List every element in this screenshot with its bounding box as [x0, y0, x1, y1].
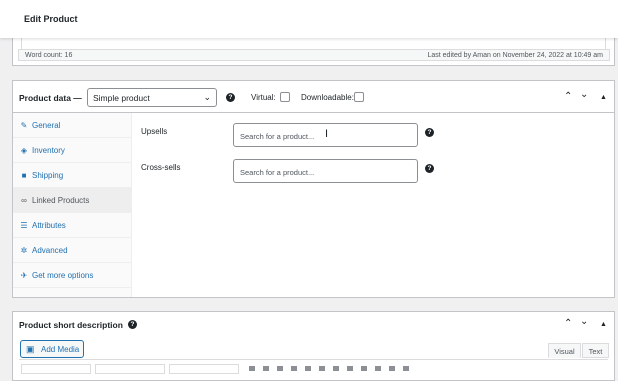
- page-title: Edit Product: [24, 14, 78, 24]
- virtual-label: Virtual:: [251, 93, 276, 102]
- move-down-icon[interactable]: ⌄: [580, 316, 588, 327]
- upsells-placeholder: Search for a product...: [240, 132, 315, 141]
- product-data-header: Product data — Simple product ⌄ ? Virtua…: [13, 81, 614, 113]
- downloadable-checkbox[interactable]: [354, 92, 364, 102]
- product-data-panel: Product data — Simple product ⌄ ? Virtua…: [12, 80, 615, 298]
- virtual-checkbox[interactable]: [280, 92, 290, 102]
- size-select[interactable]: [169, 364, 239, 374]
- tab-shipping[interactable]: ■ Shipping: [13, 163, 132, 188]
- tab-linked-products[interactable]: ∞ Linked Products: [13, 188, 132, 213]
- tag-icon: ◈: [20, 146, 28, 155]
- top-bar: Edit Product: [0, 0, 618, 38]
- text-cursor-icon: I: [325, 128, 329, 140]
- tab-general-label: General: [32, 121, 61, 130]
- editor-status-bar: Word count: 16 Last edited by Aman on No…: [18, 49, 610, 61]
- toggle-panel-icon[interactable]: ▲: [600, 321, 607, 328]
- tab-get-more-options-label: Get more options: [32, 271, 94, 280]
- tab-text[interactable]: Text: [582, 343, 609, 358]
- move-down-icon[interactable]: ⌄: [580, 89, 588, 100]
- tab-attributes[interactable]: ☰ Attributes: [13, 213, 132, 238]
- list-icon: ☰: [20, 221, 28, 230]
- crosssells-help-icon[interactable]: ?: [425, 164, 434, 173]
- tab-inventory-label: Inventory: [32, 146, 65, 155]
- media-icon: ▣: [26, 344, 35, 354]
- short-description-title: Product short description: [19, 320, 123, 330]
- crosssells-placeholder: Search for a product...: [240, 168, 315, 177]
- wrench-icon: ✎: [20, 121, 28, 130]
- add-media-button[interactable]: ▣ Add Media: [20, 340, 84, 358]
- editor-toolbar: [19, 359, 608, 374]
- plugin-icon: ✈: [20, 271, 28, 280]
- link-icon: ∞: [21, 196, 27, 205]
- product-data-tabs: ✎ General ◈ Inventory ■ Shipping ∞ Linke…: [13, 113, 132, 297]
- tab-general[interactable]: ✎ General: [13, 113, 132, 138]
- format-select[interactable]: [21, 364, 91, 374]
- font-select[interactable]: [95, 364, 165, 374]
- tab-advanced-label: Advanced: [32, 246, 68, 255]
- short-description-panel: Product short description ? ⌃ ⌄ ▲ ▣ Add …: [12, 311, 615, 381]
- move-up-icon[interactable]: ⌃: [564, 318, 572, 329]
- add-media-label: Add Media: [41, 345, 80, 354]
- product-data-title: Product data —: [19, 93, 82, 103]
- chevron-down-icon: ⌄: [203, 92, 211, 102]
- word-count: Word count: 16: [25, 52, 73, 59]
- tab-get-more-options[interactable]: ✈ Get more options: [13, 263, 132, 288]
- truck-icon: ■: [21, 171, 27, 180]
- move-up-icon[interactable]: ⌃: [564, 91, 572, 102]
- tab-shipping-label: Shipping: [32, 171, 64, 180]
- help-icon[interactable]: ?: [226, 93, 235, 102]
- product-type-select[interactable]: Simple product ⌄: [87, 88, 217, 107]
- tab-advanced[interactable]: ✲ Advanced: [13, 238, 132, 263]
- crosssells-label: Cross-sells: [141, 163, 181, 172]
- upsells-search-input[interactable]: Search for a product... I: [233, 123, 418, 147]
- toggle-panel-icon[interactable]: ▲: [600, 94, 607, 101]
- downloadable-label: Downloadable:: [301, 93, 354, 102]
- product-type-value: Simple product: [93, 93, 150, 103]
- last-edited: Last edited by Aman on November 24, 2022…: [427, 52, 603, 59]
- tab-inventory[interactable]: ◈ Inventory: [13, 138, 132, 163]
- short-description-help-icon[interactable]: ?: [128, 320, 137, 329]
- tab-visual[interactable]: Visual: [548, 343, 581, 358]
- tab-attributes-label: Attributes: [32, 221, 66, 230]
- upsells-help-icon[interactable]: ?: [425, 128, 434, 137]
- gear-icon: ✲: [20, 246, 28, 255]
- tab-linked-products-label: Linked Products: [32, 196, 90, 205]
- crosssells-search-input[interactable]: Search for a product...: [233, 159, 418, 183]
- upsells-label: Upsells: [141, 127, 168, 136]
